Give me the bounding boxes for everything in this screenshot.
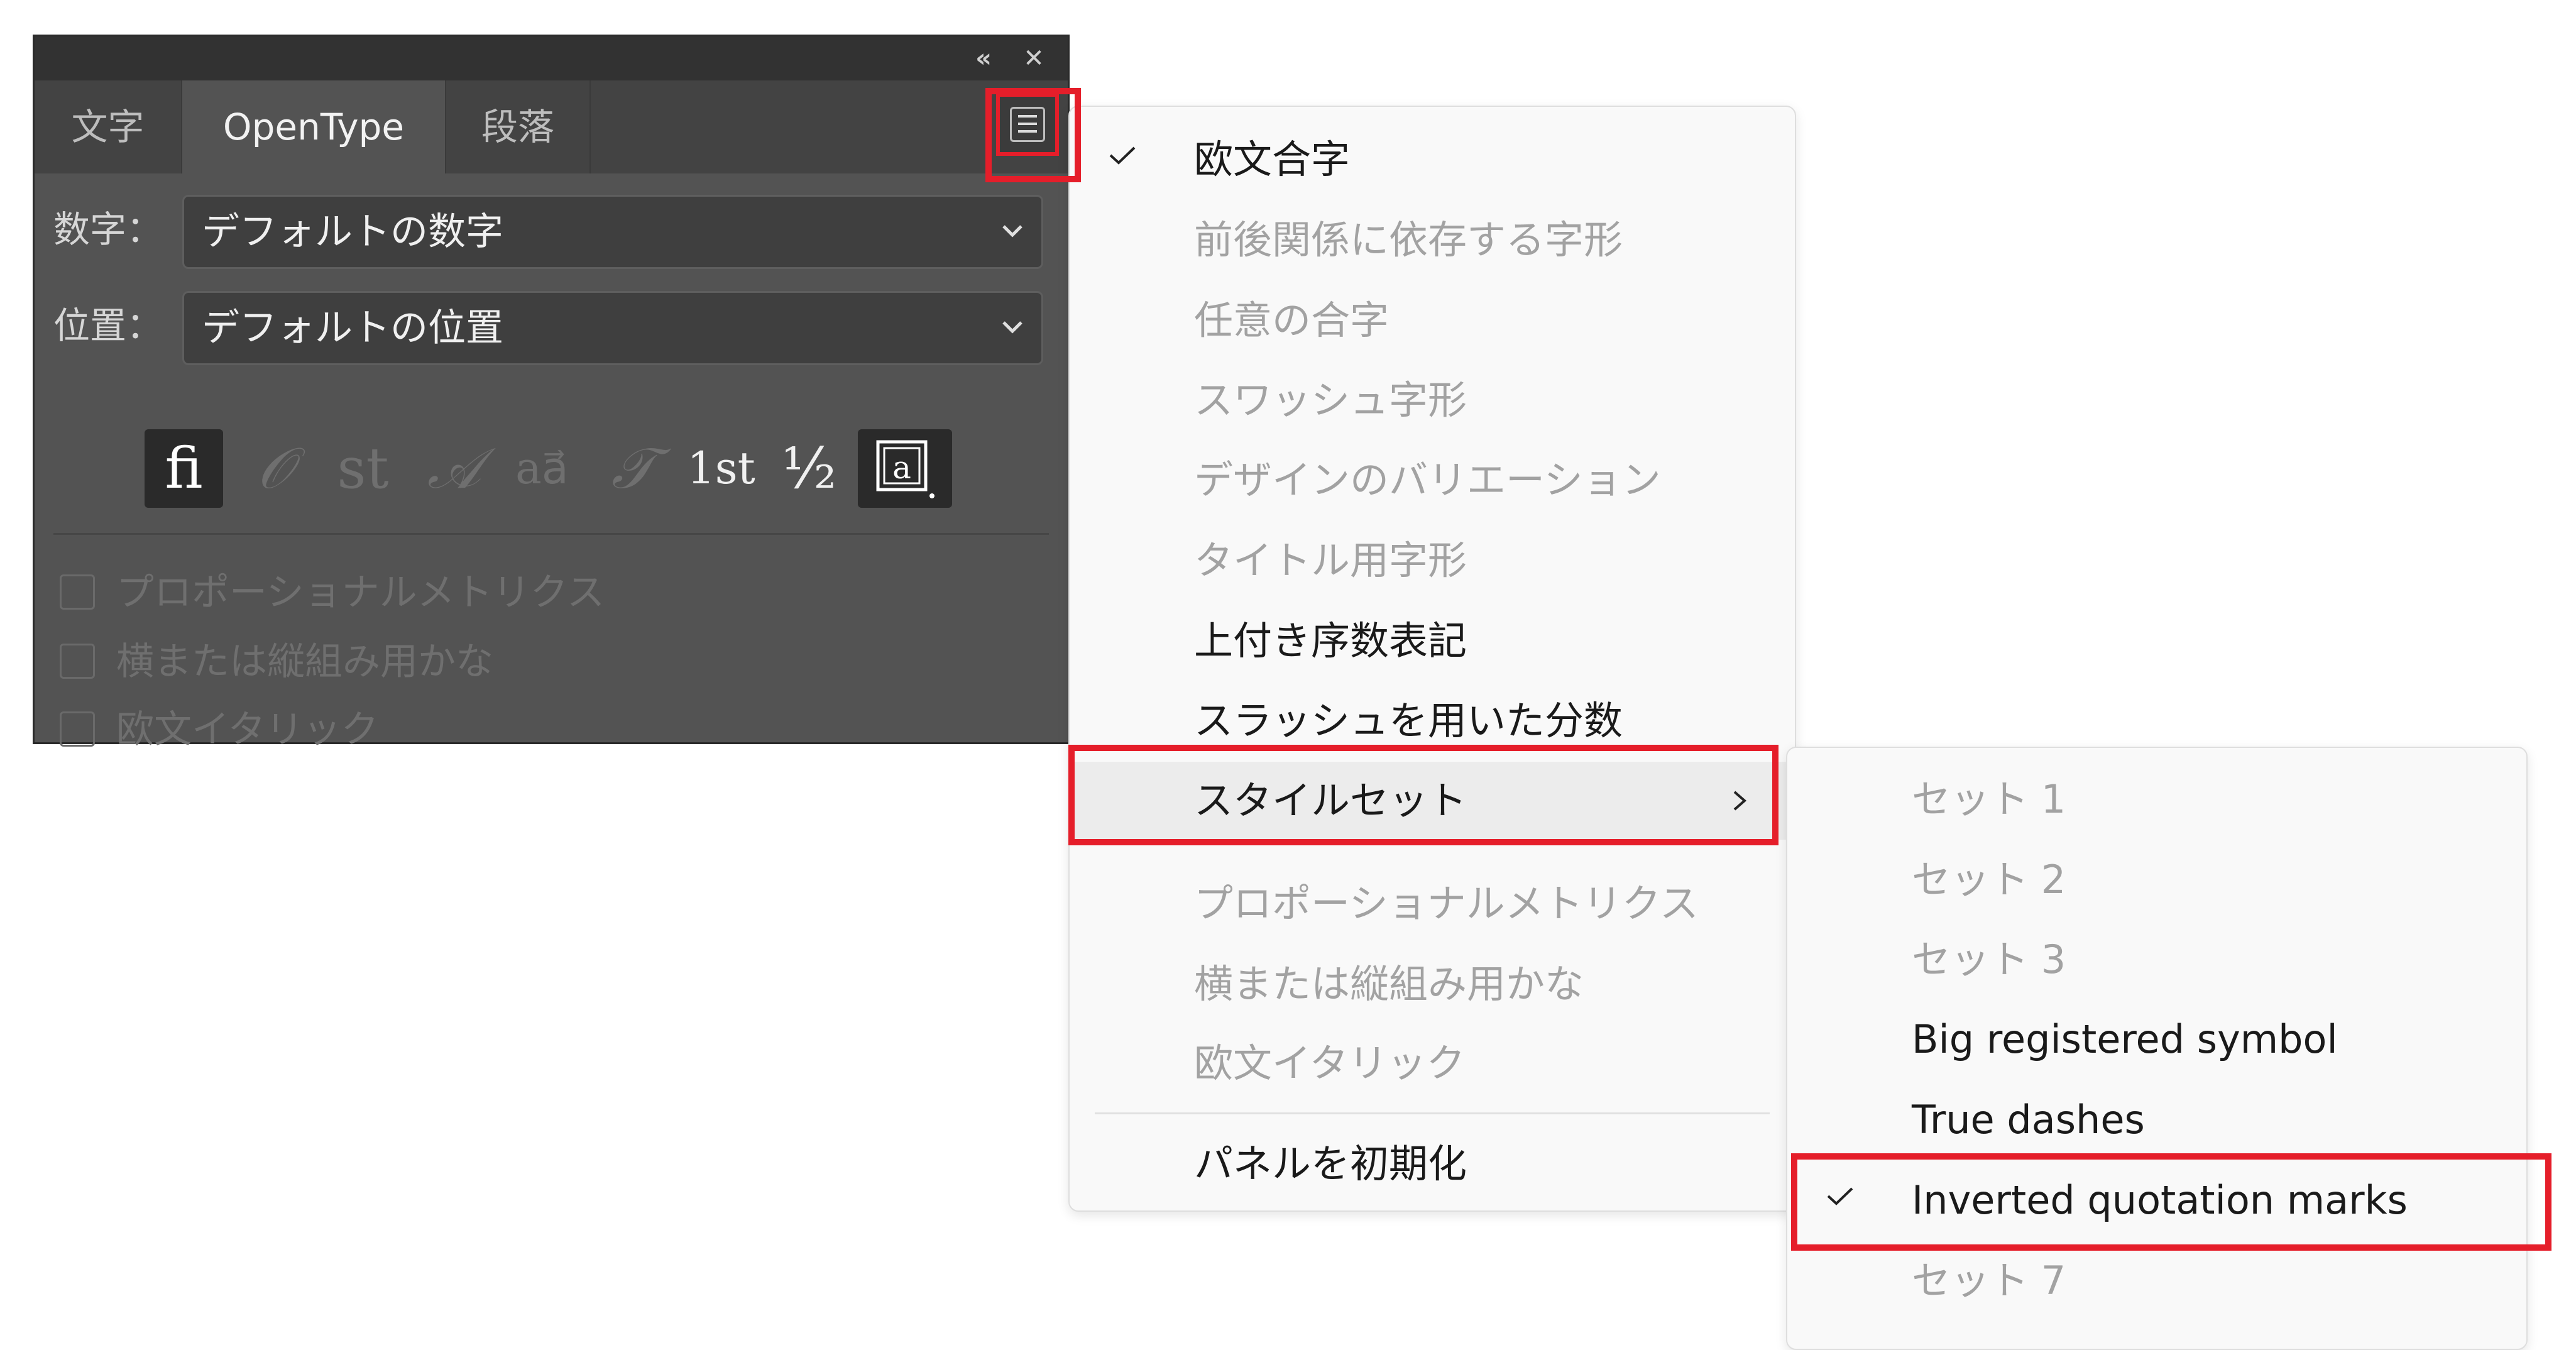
menu-item-label: 前後関係に依存する字形 xyxy=(1194,217,1623,263)
submenu-item-true-dashes[interactable]: True dashes xyxy=(1787,1081,2526,1159)
menu-item-label: プロポーショナルメトリクス xyxy=(1194,881,1699,926)
submenu-item-big-registered-symbol[interactable]: Big registered symbol xyxy=(1787,1001,2526,1078)
collapse-icon[interactable]: « xyxy=(968,43,999,74)
svg-text:a: a xyxy=(892,449,911,486)
hamburger-icon xyxy=(1010,107,1045,142)
submenu-item-set-2[interactable]: セット 2 xyxy=(1787,841,2526,919)
chevron-right-icon xyxy=(1733,791,1747,811)
submenu-item-set-3[interactable]: セット 3 xyxy=(1787,921,2526,999)
menu-item-ligatures[interactable]: 欧文合字 xyxy=(1070,121,1795,199)
position-select-value: デフォルトの位置 xyxy=(202,306,503,350)
menu-item-proportional-metrics[interactable]: プロポーショナルメトリクス xyxy=(1070,865,1795,943)
opentype-panel: « ✕ 文字 OpenType 段落 数字： デフォルトの数字 位置： デフォル… xyxy=(33,35,1070,752)
position-select[interactable]: デフォルトの位置 xyxy=(182,291,1043,365)
checkbox-label: 欧文イタリック xyxy=(116,708,379,752)
checkbox-icon xyxy=(60,644,95,679)
submenu-item-set-1[interactable]: セット 1 xyxy=(1787,760,2526,838)
menu-item-label: タイトル用字形 xyxy=(1194,537,1467,583)
stylistic-sets-icon[interactable]: a xyxy=(858,429,952,508)
stylistic-alternates-icon[interactable]: aa⃗ xyxy=(503,429,581,508)
menu-item-fractions[interactable]: スラッシュを用いた分数 xyxy=(1070,682,1795,760)
discretionary-ligatures-icon[interactable]: st xyxy=(324,429,402,508)
numbers-select[interactable]: デフォルトの数字 xyxy=(182,195,1043,269)
menu-item-discretionary-ligatures[interactable]: 任意の合字 xyxy=(1070,282,1795,359)
position-label: 位置： xyxy=(53,304,163,347)
menu-item-label: Inverted quotation marks xyxy=(1912,1177,2408,1223)
menu-item-label: 欧文イタリック xyxy=(1194,1040,1466,1086)
menu-item-label: スタイルセット xyxy=(1194,777,1467,823)
submenu-item-set-7[interactable]: セット 7 xyxy=(1787,1242,2526,1320)
menu-item-label: セット 7 xyxy=(1912,1258,2066,1303)
contextual-alternates-icon[interactable]: 𝒪 xyxy=(236,429,314,508)
menu-item-reset-panel[interactable]: パネルを初期化 xyxy=(1070,1125,1795,1203)
numbers-select-value: デフォルトの数字 xyxy=(202,210,503,254)
checkbox-kana[interactable]: 横または縦組み用かな xyxy=(60,634,814,690)
fractions-icon[interactable]: ½ xyxy=(770,429,848,508)
menu-item-label: スワッシュ字形 xyxy=(1194,377,1467,423)
close-icon[interactable]: ✕ xyxy=(1018,43,1050,74)
checkbox-icon xyxy=(60,711,95,747)
panel-tabbar: 文字 OpenType 段落 xyxy=(35,80,1068,173)
menu-item-kana[interactable]: 横または縦組み用かな xyxy=(1070,945,1795,1023)
checkbox-proportional-metrics[interactable]: プロポーショナルメトリクス xyxy=(60,564,814,621)
ordinals-icon[interactable]: 1st xyxy=(682,429,760,508)
panel-menu-button[interactable] xyxy=(996,93,1059,156)
check-icon xyxy=(1827,1187,1853,1205)
menu-item-label: True dashes xyxy=(1912,1097,2145,1143)
submenu-item-inverted-quotation-marks[interactable]: Inverted quotation marks xyxy=(1787,1161,2526,1239)
menu-item-label: 上付き序数表記 xyxy=(1194,618,1467,664)
standard-ligatures-icon[interactable]: ﬁ xyxy=(145,429,223,508)
chevron-down-icon xyxy=(1002,321,1022,334)
numbers-label: 数字： xyxy=(53,208,163,251)
menu-item-label: 横または縦組み用かな xyxy=(1194,961,1584,1007)
checkbox-label: プロポーショナルメトリクス xyxy=(116,571,605,615)
checkbox-label: 横または縦組み用かな xyxy=(116,640,493,684)
checkbox-icon xyxy=(60,574,95,610)
tab-character[interactable]: 文字 xyxy=(35,80,182,173)
menu-item-label: デザインのバリエーション xyxy=(1194,457,1661,503)
menu-item-roman-italics[interactable]: 欧文イタリック xyxy=(1070,1024,1795,1102)
menu-item-stylistic-sets[interactable]: スタイルセット xyxy=(1070,762,1795,840)
menu-item-label: Big registered symbol xyxy=(1912,1016,2338,1062)
menu-item-label: セット 3 xyxy=(1912,936,2066,982)
chevron-down-icon xyxy=(1002,225,1022,238)
titling-alternates-icon[interactable]: 𝒯 xyxy=(594,429,672,508)
tab-paragraph[interactable]: 段落 xyxy=(446,80,591,173)
menu-item-contextual-alternates[interactable]: 前後関係に依存する字形 xyxy=(1070,201,1795,279)
menu-item-label: 任意の合字 xyxy=(1194,297,1389,343)
menu-item-label: セット 2 xyxy=(1912,857,2066,903)
menu-item-label: スラッシュを用いた分数 xyxy=(1194,698,1623,744)
swash-icon[interactable]: 𝒜 xyxy=(415,429,493,508)
menu-item-titling-alternates[interactable]: タイトル用字形 xyxy=(1070,522,1795,600)
menu-item-stylistic-alternates[interactable]: デザインのバリエーション xyxy=(1070,441,1795,519)
checkbox-roman-italics[interactable]: 欧文イタリック xyxy=(60,701,814,752)
menu-separator xyxy=(1095,1112,1770,1114)
menu-item-label: 欧文合字 xyxy=(1194,136,1351,182)
panel-divider xyxy=(53,533,1049,535)
stylistic-sets-submenu: セット 1 セット 2 セット 3 Big registered symbol … xyxy=(1786,747,2528,1350)
panel-flyout-menu: 欧文合字 前後関係に依存する字形 任意の合字 スワッシュ字形 デザインのバリエー… xyxy=(1068,106,1796,1212)
panel-titlebar[interactable]: « ✕ xyxy=(35,36,1068,80)
menu-item-ordinals[interactable]: 上付き序数表記 xyxy=(1070,602,1795,680)
tab-opentype[interactable]: OpenType xyxy=(182,80,446,173)
menu-item-label: パネルを初期化 xyxy=(1194,1141,1467,1187)
menu-item-label: セット 1 xyxy=(1912,776,2066,822)
menu-item-swash[interactable]: スワッシュ字形 xyxy=(1070,361,1795,439)
opentype-glyph-buttons: ﬁ 𝒪 st 𝒜 aa⃗ 𝒯 1st ½ a xyxy=(35,429,1068,508)
check-icon xyxy=(1109,146,1136,165)
